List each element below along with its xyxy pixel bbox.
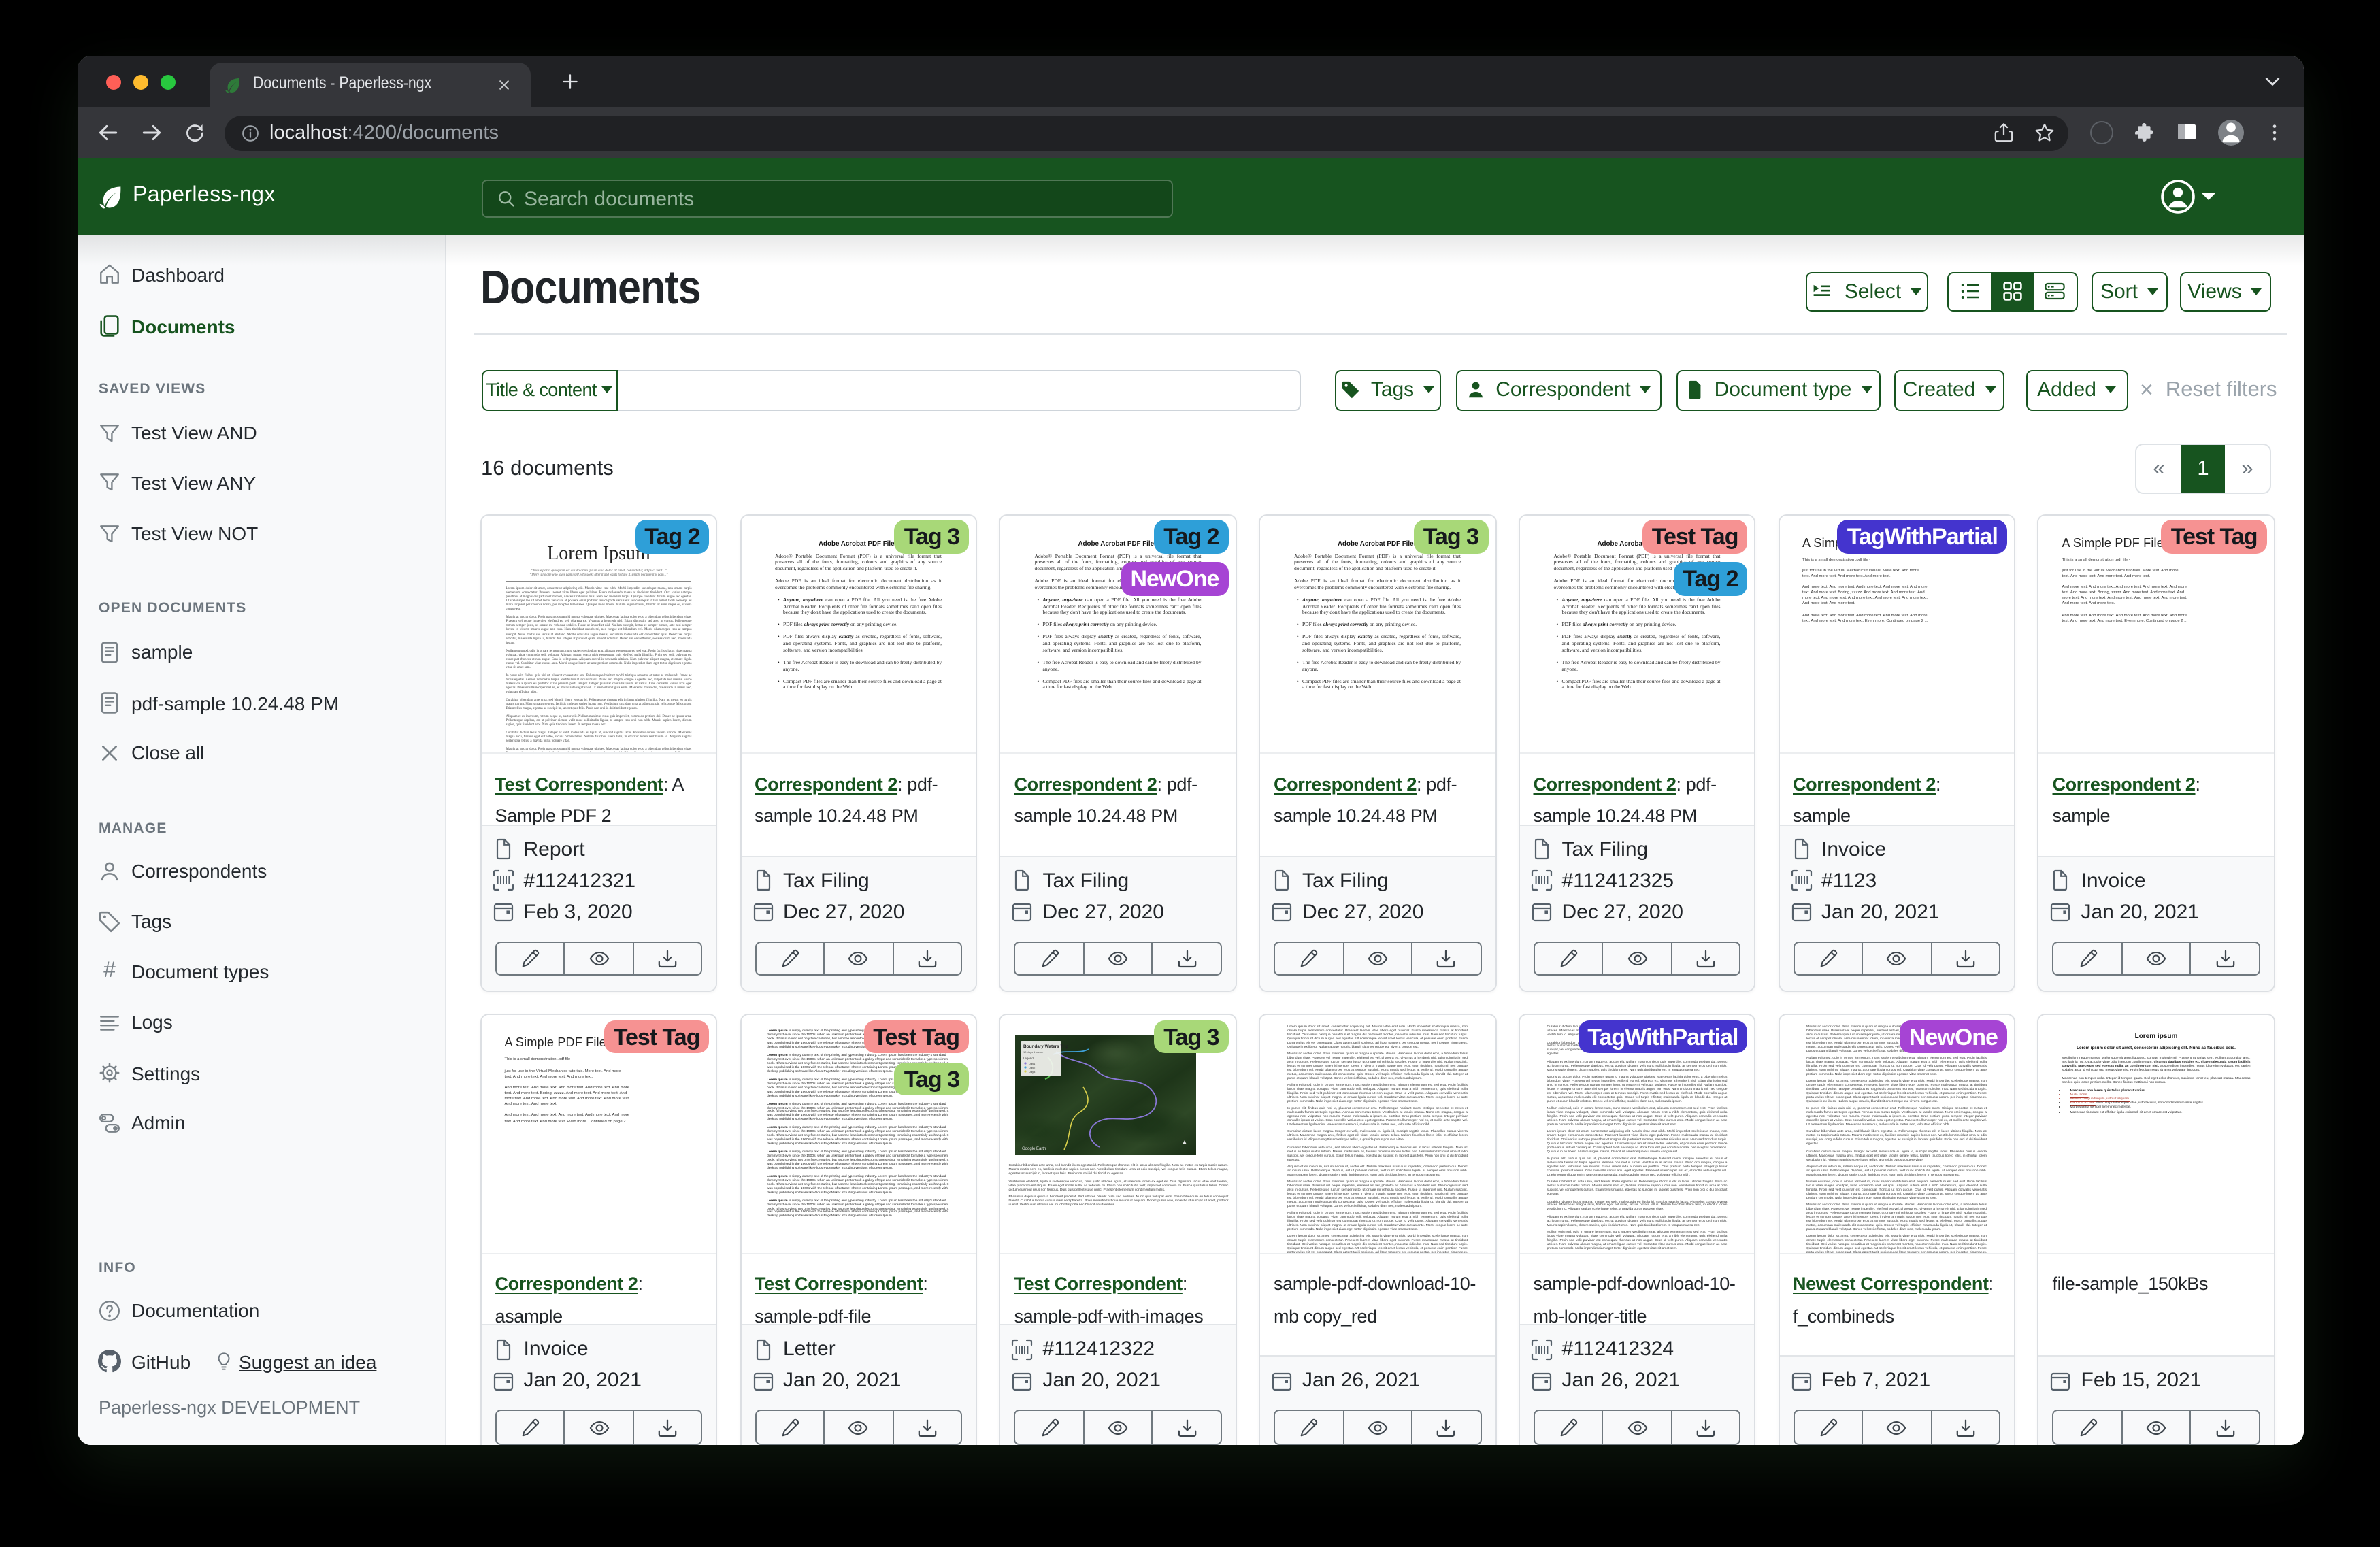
svg-text:Legend: Legend (1024, 1057, 1034, 1061)
svg-text:10 days 1 canoe: 10 days 1 canoe (1024, 1051, 1044, 1054)
svg-text:Day3: Day3 (1029, 1071, 1036, 1074)
svg-text:Boundary Waters Trip: Boundary Waters Trip (1024, 1045, 1069, 1050)
svg-text:Day1: Day1 (1029, 1063, 1036, 1066)
svg-text:▲: ▲ (1182, 1140, 1189, 1147)
svg-text:Google Earth: Google Earth (1023, 1148, 1046, 1152)
svg-text:Day2: Day2 (1029, 1067, 1036, 1070)
